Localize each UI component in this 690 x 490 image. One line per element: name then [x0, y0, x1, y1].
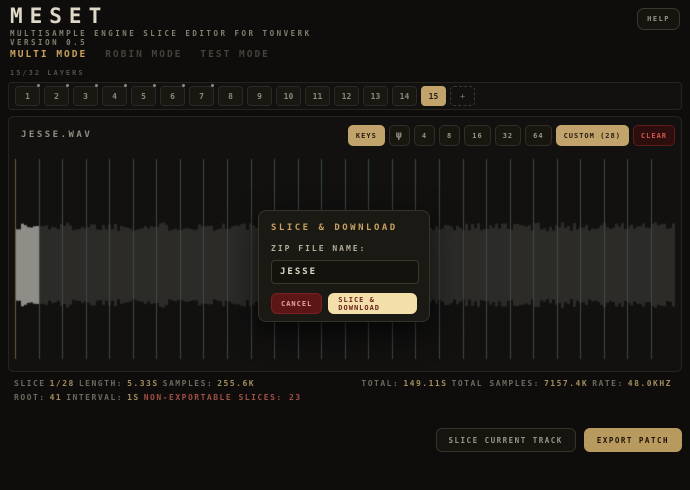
layer-selector-row: 123456789101112131415+ — [8, 82, 682, 110]
zip-name-input[interactable] — [271, 260, 419, 284]
layer-button-15[interactable]: 15 — [421, 86, 446, 106]
add-layer-button[interactable]: + — [450, 86, 475, 106]
slice-toolbar: KEYS ψ 48163264 CUSTOM (28) CLEAR — [348, 125, 675, 146]
app-subtitle-line: MULTISAMPLE ENGINE SLICE EDITOR FOR TONV… — [10, 29, 312, 38]
dialog-title: SLICE & DOWNLOAD — [271, 223, 417, 233]
slice-download-dialog: SLICE & DOWNLOAD ZIP FILE NAME: CANCEL S… — [258, 210, 430, 322]
custom-slices-button[interactable]: CUSTOM (28) — [556, 125, 629, 146]
zip-name-label: ZIP FILE NAME: — [271, 244, 417, 253]
dialog-actions: CANCEL SLICE & DOWNLOAD — [271, 293, 417, 314]
layer-button-7[interactable]: 7 — [189, 86, 214, 106]
status-label: LENGTH: — [79, 379, 123, 388]
divide-8-button[interactable]: 8 — [439, 125, 460, 146]
tab-test-mode[interactable]: TEST MODE — [200, 49, 269, 60]
layer-button-12[interactable]: 12 — [334, 86, 359, 106]
track-filename: JESSE.WAV — [21, 130, 92, 140]
transient-detect-icon: ψ — [396, 130, 403, 141]
layer-loaded-dot — [124, 84, 127, 87]
app-version: VERSION 0.5 — [10, 38, 312, 47]
app-subtitle: MULTISAMPLE ENGINE SLICE EDITOR FOR TONV… — [10, 29, 312, 47]
status-label: INTERVAL: — [66, 393, 123, 402]
layer-button-6[interactable]: 6 — [160, 86, 185, 106]
tab-multi-mode[interactable]: MULTI MODE — [10, 49, 87, 60]
divide-64-button[interactable]: 64 — [525, 125, 551, 146]
help-button[interactable]: HELP — [637, 8, 680, 30]
layer-loaded-dot — [211, 84, 214, 87]
layer-button-14[interactable]: 14 — [392, 86, 417, 106]
status-label: TOTAL SAMPLES: — [452, 379, 540, 388]
non-exportable-warning: NON-EXPORTABLE SLICES: 23 — [144, 393, 302, 402]
mode-tabs: MULTI MODE ROBIN MODE TEST MODE — [10, 49, 270, 60]
export-patch-button[interactable]: EXPORT PATCH — [584, 428, 682, 452]
status-label: ROOT: — [14, 393, 46, 402]
layer-loaded-dot — [182, 84, 185, 87]
status-label: TOTAL: — [361, 379, 399, 388]
status-value: 41 — [50, 393, 63, 402]
status-value: 149.11S — [403, 379, 447, 388]
confirm-slice-download-button[interactable]: SLICE & DOWNLOAD — [328, 293, 417, 314]
app-title: MESET — [10, 4, 108, 28]
divide-32-button[interactable]: 32 — [495, 125, 521, 146]
total-status-line: TOTAL: 149.11S TOTAL SAMPLES: 7157.4K RATE: 4… — [361, 379, 676, 388]
clear-slices-button[interactable]: CLEAR — [633, 125, 675, 146]
layer-loaded-dot — [95, 84, 98, 87]
layer-button-9[interactable]: 9 — [247, 86, 272, 106]
layer-button-1[interactable]: 1 — [15, 86, 40, 106]
keys-slice-button[interactable]: KEYS — [348, 125, 385, 146]
status-value: 5.33S — [127, 379, 159, 388]
layer-loaded-dot — [37, 84, 40, 87]
slice-current-track-button[interactable]: SLICE CURRENT TRACK — [436, 428, 576, 452]
slice-status-line: SLICE 1/28 LENGTH: 5.33S SAMPLES:255.6K — [14, 379, 259, 388]
layer-button-4[interactable]: 4 — [102, 86, 127, 106]
status-label: RATE: — [592, 379, 624, 388]
status-value: 48.0KHZ — [628, 379, 672, 388]
layer-loaded-dot — [153, 84, 156, 87]
layer-loaded-dot — [66, 84, 69, 87]
footer-actions: SLICE CURRENT TRACK EXPORT PATCH — [436, 428, 682, 452]
layer-button-10[interactable]: 10 — [276, 86, 301, 106]
status-value: 1S — [127, 393, 140, 402]
cancel-button[interactable]: CANCEL — [271, 293, 322, 314]
layer-button-5[interactable]: 5 — [131, 86, 156, 106]
layer-button-11[interactable]: 11 — [305, 86, 330, 106]
division-buttons: 48163264 — [414, 125, 552, 146]
status-value: 1/28 — [50, 379, 75, 388]
status-value: 255.6K — [217, 379, 255, 388]
root-status-line: ROOT: 41INTERVAL: 1S NON-EXPORTABLE SLICES:… — [14, 393, 306, 402]
divide-16-button[interactable]: 16 — [464, 125, 490, 146]
status-label: SLICE — [14, 379, 46, 388]
app-window: MESET MULTISAMPLE ENGINE SLICE EDITOR FO… — [0, 0, 690, 490]
transient-detect-button[interactable]: ψ — [389, 125, 410, 146]
divide-4-button[interactable]: 4 — [414, 125, 435, 146]
layer-button-2[interactable]: 2 — [44, 86, 69, 106]
layer-button-8[interactable]: 8 — [218, 86, 243, 106]
layers-counter: 15/32 LAYERS — [10, 69, 85, 77]
layer-button-13[interactable]: 13 — [363, 86, 388, 106]
tab-robin-mode[interactable]: ROBIN MODE — [105, 49, 182, 60]
status-label: SAMPLES: — [163, 379, 214, 388]
layer-button-3[interactable]: 3 — [73, 86, 98, 106]
status-value: 7157.4K — [544, 379, 588, 388]
